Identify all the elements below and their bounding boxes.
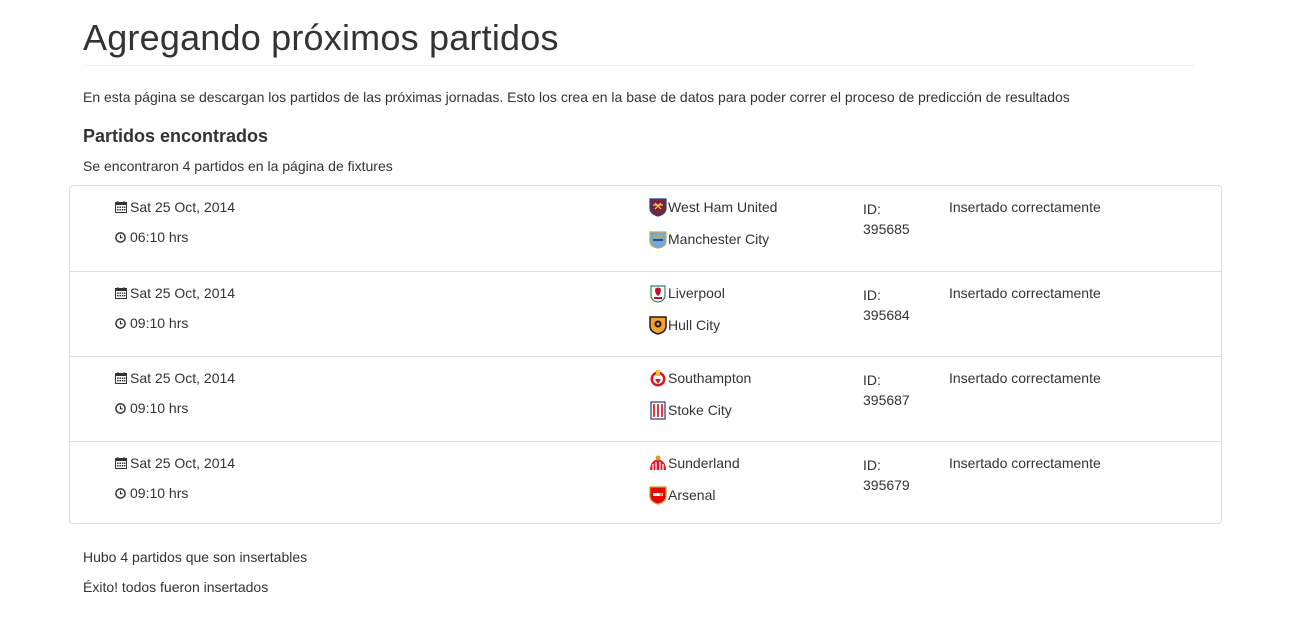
away-team-name: Stoke City [668, 402, 732, 418]
home-team: West Ham United [649, 197, 777, 217]
match-time-label: 09:10 hrs [130, 315, 189, 331]
match-time-label: 09:10 hrs [130, 400, 189, 416]
insert-status: Insertado correctamente [949, 455, 1101, 471]
calendar-icon [115, 457, 127, 469]
intro-text: En esta página se descargan los partidos… [83, 89, 1070, 105]
calendar-icon [115, 372, 127, 384]
match-time: 09:10 hrs [115, 315, 188, 331]
home-team: Liverpool [649, 283, 725, 303]
away-team-name: Hull City [668, 317, 721, 333]
team-crest-icon [650, 285, 666, 303]
match-row: Sat 25 Oct, 2014 09:10 hrs Sunderland Ar… [70, 441, 1221, 526]
match-id: ID: 395687 [863, 370, 933, 410]
match-id-value: 395684 [863, 307, 910, 323]
matches-list: Sat 25 Oct, 2014 06:10 hrs West Ham Unit… [69, 185, 1222, 524]
clock-icon [115, 317, 126, 329]
success-message: Éxito! todos fueron insertados [83, 579, 269, 595]
home-team: Southampton [649, 368, 751, 388]
match-id-label: ID: [863, 201, 881, 217]
match-row: Sat 25 Oct, 2014 09:10 hrs Liverpool Hul… [70, 271, 1221, 356]
match-id-label: ID: [863, 287, 881, 303]
calendar-icon [115, 287, 127, 299]
insert-status: Insertado correctamente [949, 285, 1101, 301]
match-date: Sat 25 Oct, 2014 [115, 285, 235, 301]
team-crest-icon [649, 316, 667, 335]
match-date: Sat 25 Oct, 2014 [115, 199, 235, 215]
match-date: Sat 25 Oct, 2014 [115, 370, 235, 386]
team-crest-icon [649, 231, 667, 249]
insert-status: Insertado correctamente [949, 370, 1101, 386]
section-title: Partidos encontrados [83, 126, 269, 146]
away-team: Hull City [649, 315, 720, 335]
match-time: 09:10 hrs [115, 400, 188, 416]
match-id-value: 395687 [863, 392, 910, 408]
title-divider [83, 65, 1194, 66]
match-id-label: ID: [863, 457, 881, 473]
match-row: Sat 25 Oct, 2014 06:10 hrs West Ham Unit… [70, 186, 1221, 271]
match-id: ID: 395679 [863, 455, 933, 495]
away-team: Stoke City [649, 400, 732, 420]
team-crest-icon [650, 455, 666, 470]
home-team-name: Southampton [668, 370, 752, 386]
match-date-label: Sat 25 Oct, 2014 [130, 285, 236, 301]
home-team: Sunderland [649, 453, 740, 473]
match-date: Sat 25 Oct, 2014 [115, 455, 235, 471]
insert-status: Insertado correctamente [949, 199, 1101, 215]
home-team-name: Liverpool [668, 285, 725, 301]
team-crest-icon [650, 401, 666, 420]
match-time: 09:10 hrs [115, 485, 188, 501]
match-id-value: 395685 [863, 221, 910, 237]
calendar-icon [115, 201, 127, 213]
clock-icon [115, 487, 126, 499]
found-count-text: Se encontraron 4 partidos en la página d… [83, 158, 393, 174]
home-team-name: Sunderland [668, 455, 740, 471]
team-crest-icon [649, 486, 667, 505]
match-id: ID: 395684 [863, 285, 933, 325]
away-team-name: Arsenal [668, 487, 716, 503]
team-crest-icon [649, 198, 667, 217]
clock-icon [115, 231, 126, 243]
match-date-label: Sat 25 Oct, 2014 [130, 370, 236, 386]
match-id: ID: 395685 [863, 199, 933, 239]
match-date-label: Sat 25 Oct, 2014 [130, 199, 236, 215]
clock-icon [115, 402, 126, 414]
insertable-count-text: Hubo 4 partidos que son insertables [83, 549, 308, 565]
away-team: Manchester City [649, 229, 769, 249]
match-time-label: 06:10 hrs [130, 229, 189, 245]
match-id-value: 395679 [863, 477, 910, 493]
match-row: Sat 25 Oct, 2014 09:10 hrs Southampton S… [70, 356, 1221, 441]
page-title: Agregando próximos partidos [83, 17, 559, 58]
match-id-label: ID: [863, 372, 881, 388]
team-crest-icon [650, 370, 666, 387]
home-team-name: West Ham United [668, 199, 778, 215]
match-time: 06:10 hrs [115, 229, 188, 245]
away-team: Arsenal [649, 485, 715, 505]
match-time-label: 09:10 hrs [130, 485, 189, 501]
match-date-label: Sat 25 Oct, 2014 [130, 455, 236, 471]
away-team-name: Manchester City [668, 231, 770, 247]
